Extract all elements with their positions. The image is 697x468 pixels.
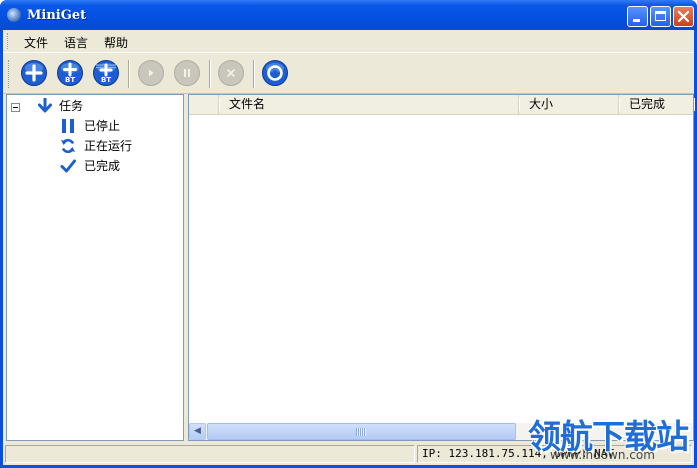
chevron-left-icon: ◀ xyxy=(194,426,201,436)
refresh-icon xyxy=(61,138,75,154)
settings-icon xyxy=(262,60,288,86)
maximize-icon xyxy=(655,11,666,21)
pause-button[interactable] xyxy=(173,59,201,87)
watermark-url: www.lhdown.com xyxy=(550,448,655,462)
start-button[interactable] xyxy=(137,59,165,87)
tree-item-label: 正在运行 xyxy=(84,139,133,153)
tree-collapse-toggle[interactable] xyxy=(11,103,20,112)
menu-file[interactable]: 文件 xyxy=(18,33,54,52)
toolbar: BT BT xyxy=(3,54,694,94)
tree-item-completed[interactable]: 已完成 xyxy=(7,157,183,175)
menu-language[interactable]: 语言 xyxy=(58,33,94,52)
bt-badge: BT xyxy=(101,76,112,84)
add-icon xyxy=(21,60,47,86)
task-list[interactable]: 文件名 大小 已完成 ◀ xyxy=(188,94,695,441)
add-bt-task-button[interactable]: BT xyxy=(56,59,84,87)
tree-item-label: 已完成 xyxy=(84,159,121,173)
toolbar-grip[interactable] xyxy=(8,60,11,88)
pause-icon xyxy=(174,60,200,86)
bt-badge: BT xyxy=(65,76,76,84)
column-header-size[interactable]: 大小 xyxy=(519,95,620,114)
toolbar-separator xyxy=(209,60,211,88)
delete-icon xyxy=(218,60,244,86)
column-header-completed[interactable]: 已完成 xyxy=(619,95,695,114)
maximize-button[interactable] xyxy=(650,6,671,27)
tree-item-tasks[interactable]: 任务 xyxy=(7,97,183,115)
menu-bar: 文件 语言 帮助 xyxy=(3,30,694,52)
add-bt-batch-button[interactable]: BT xyxy=(92,59,120,87)
scroll-left-button[interactable]: ◀ xyxy=(189,423,206,440)
play-icon xyxy=(138,60,164,86)
tree-item-label: 已停止 xyxy=(84,119,121,133)
site-watermark: 领航下载站 www.lhdown.com xyxy=(524,406,694,466)
window-title: MiniGet xyxy=(27,8,87,23)
toolbar-separator xyxy=(253,60,255,88)
app-window: MiniGet 文件 语言 帮助 BT BT 任务 已停止 正在运行 已完成 文… xyxy=(0,0,697,468)
client-area: 文件 语言 帮助 BT BT 任务 已停止 正在运行 已完成 文件名 大小 已完… xyxy=(3,30,695,465)
minimize-icon xyxy=(633,19,640,22)
add-task-button[interactable] xyxy=(20,59,48,87)
status-panel-main xyxy=(5,445,415,463)
menu-divider xyxy=(3,52,694,53)
list-header: 文件名 大小 已完成 xyxy=(189,95,695,115)
title-bar[interactable]: MiniGet xyxy=(0,0,697,30)
close-button[interactable] xyxy=(673,6,694,27)
toolbar-separator xyxy=(128,60,130,88)
column-header-filename[interactable]: 文件名 xyxy=(219,95,520,114)
scroll-thumb-grip xyxy=(356,428,366,436)
tree-item-running[interactable]: 正在运行 xyxy=(7,137,183,155)
app-logo-icon[interactable] xyxy=(7,8,21,22)
delete-button[interactable] xyxy=(217,59,245,87)
menu-help[interactable]: 帮助 xyxy=(98,33,134,52)
tree-item-stopped[interactable]: 已停止 xyxy=(7,117,183,135)
minimize-button[interactable] xyxy=(627,6,648,27)
download-arrow-icon xyxy=(38,98,52,113)
pause-icon xyxy=(62,119,74,133)
menu-grip[interactable] xyxy=(7,33,10,49)
scroll-thumb[interactable] xyxy=(207,423,516,440)
column-header-icon[interactable] xyxy=(189,95,220,114)
category-tree[interactable]: 任务 已停止 正在运行 已完成 xyxy=(6,94,184,441)
close-icon xyxy=(677,10,690,23)
check-icon xyxy=(60,159,76,173)
settings-button[interactable] xyxy=(261,59,289,87)
tree-item-label: 任务 xyxy=(59,99,84,113)
